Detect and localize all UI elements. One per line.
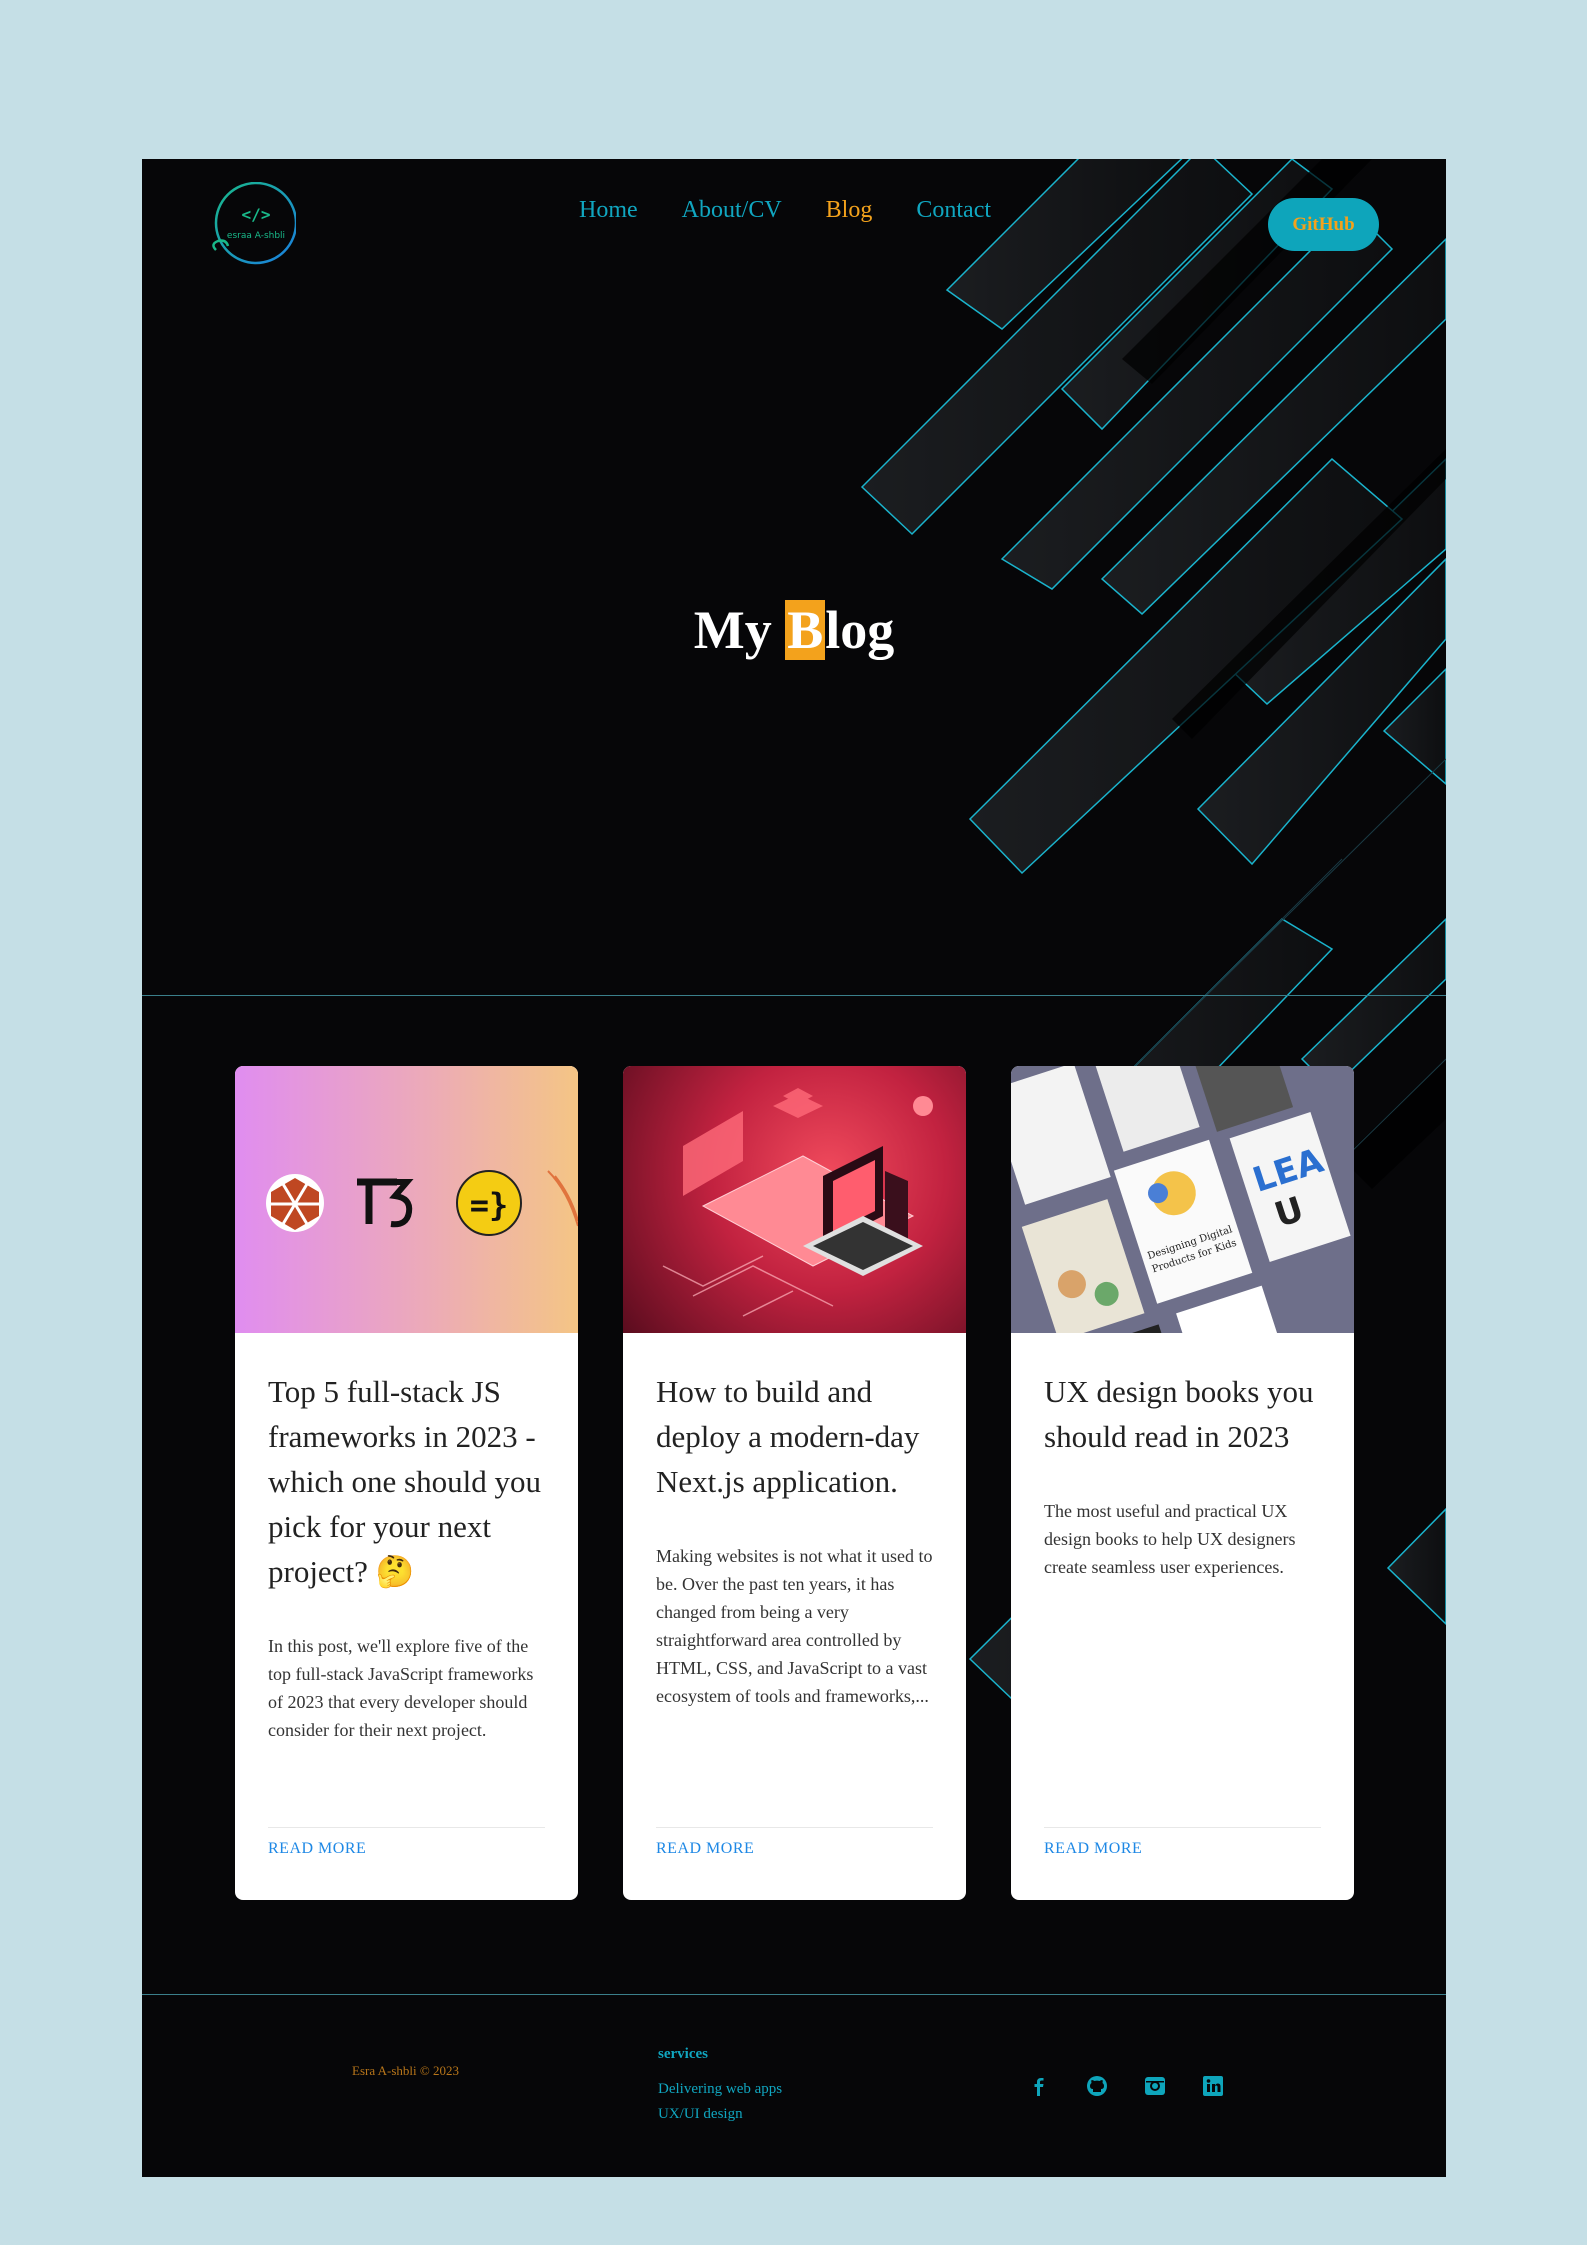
card-title[interactable]: Top 5 full-stack JS frameworks in 2023 -… <box>268 1369 545 1594</box>
card-image <box>623 1066 966 1333</box>
isometric-laptop-illustration <box>662 1088 933 1317</box>
page-title: My Blog <box>142 599 1446 661</box>
github-button[interactable]: GitHub <box>1268 198 1379 251</box>
card-footer: READ MORE <box>1044 1827 1321 1858</box>
nav-contact[interactable]: Contact <box>916 197 991 224</box>
linkedin-icon[interactable] <box>1202 2075 1260 2099</box>
facebook-icon[interactable] <box>1028 2075 1086 2099</box>
title-before: My <box>693 600 786 660</box>
services-heading: services <box>658 2046 708 2062</box>
title-after: log <box>825 600 895 660</box>
card-image: UX Designing Digital Products for Kids L… <box>1011 1066 1354 1333</box>
services-section: services Delivering web apps UX/UI desig… <box>658 2046 782 2127</box>
service-web-apps-link[interactable]: Delivering web apps <box>658 2077 782 2102</box>
card-footer: READ MORE <box>268 1827 545 1858</box>
page: </> esraa A-shbli Home About/CV Blog Con… <box>142 159 1446 2177</box>
read-more-link[interactable]: READ MORE <box>268 1840 366 1857</box>
svg-text:=}: =} <box>470 1186 509 1224</box>
card-image: =} <box>235 1066 578 1333</box>
blog-card: UX Designing Digital Products for Kids L… <box>1011 1066 1354 1900</box>
service-ux-ui-link[interactable]: UX/UI design <box>658 2102 782 2127</box>
code-brackets-icon: </> esraa A-shbli <box>212 181 298 265</box>
blog-card: How to build and deploy a modern-day Nex… <box>623 1066 966 1900</box>
title-highlight: B <box>785 600 826 660</box>
t3-icon <box>357 1178 414 1228</box>
blitz-icon: =} <box>456 1170 522 1236</box>
footer-divider <box>142 1994 1446 1995</box>
instagram-icon[interactable] <box>1144 2075 1202 2099</box>
card-title[interactable]: How to build and deploy a modern-day Nex… <box>656 1369 933 1504</box>
github-icon[interactable] <box>1086 2075 1144 2099</box>
nav-about-cv[interactable]: About/CV <box>682 197 782 224</box>
read-more-link[interactable]: READ MORE <box>1044 1840 1142 1857</box>
ux-books-photo: UX Designing Digital Products for Kids L… <box>1011 1066 1351 1333</box>
svg-text:esraa A-shbli: esraa A-shbli <box>227 231 285 241</box>
main-nav: Home About/CV Blog Contact <box>579 197 1035 224</box>
nav-home[interactable]: Home <box>579 197 638 224</box>
card-excerpt: The most useful and practical UX design … <box>1044 1501 1296 1577</box>
hero-divider <box>142 995 1446 996</box>
svg-text:</>: </> <box>242 205 271 224</box>
card-excerpt: In this post, we'll explore five of the … <box>268 1636 534 1740</box>
social-links <box>1028 2075 1260 2099</box>
redwood-icon <box>266 1174 324 1232</box>
card-excerpt: Making websites is not what it used to b… <box>656 1546 933 1706</box>
copyright-text: Esra A-shbli © 2023 <box>352 2063 460 2078</box>
card-title[interactable]: UX design books you should read in 2023 <box>1044 1369 1321 1459</box>
nav-blog[interactable]: Blog <box>826 197 873 224</box>
read-more-link[interactable]: READ MORE <box>656 1840 754 1857</box>
blog-card: =} Top 5 full-stack JS frameworks in 202… <box>235 1066 578 1900</box>
site-logo[interactable]: </> esraa A-shbli <box>210 181 298 268</box>
card-footer: READ MORE <box>656 1827 933 1858</box>
